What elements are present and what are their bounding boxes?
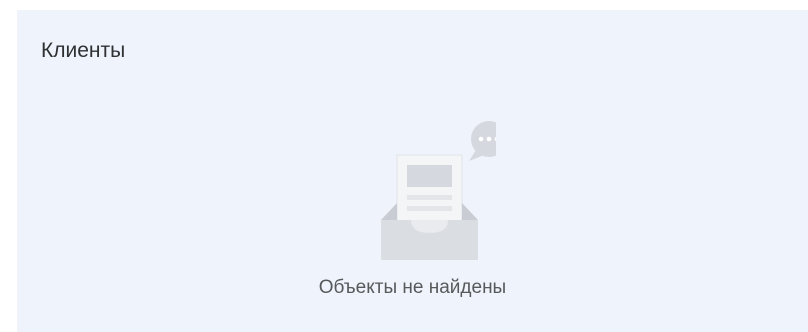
clients-panel: Клиенты Объекты не найдены <box>17 10 808 332</box>
panel-title: Клиенты <box>41 39 126 62</box>
empty-message: Объекты не найдены <box>318 277 507 298</box>
empty-inbox-icon <box>356 110 507 262</box>
